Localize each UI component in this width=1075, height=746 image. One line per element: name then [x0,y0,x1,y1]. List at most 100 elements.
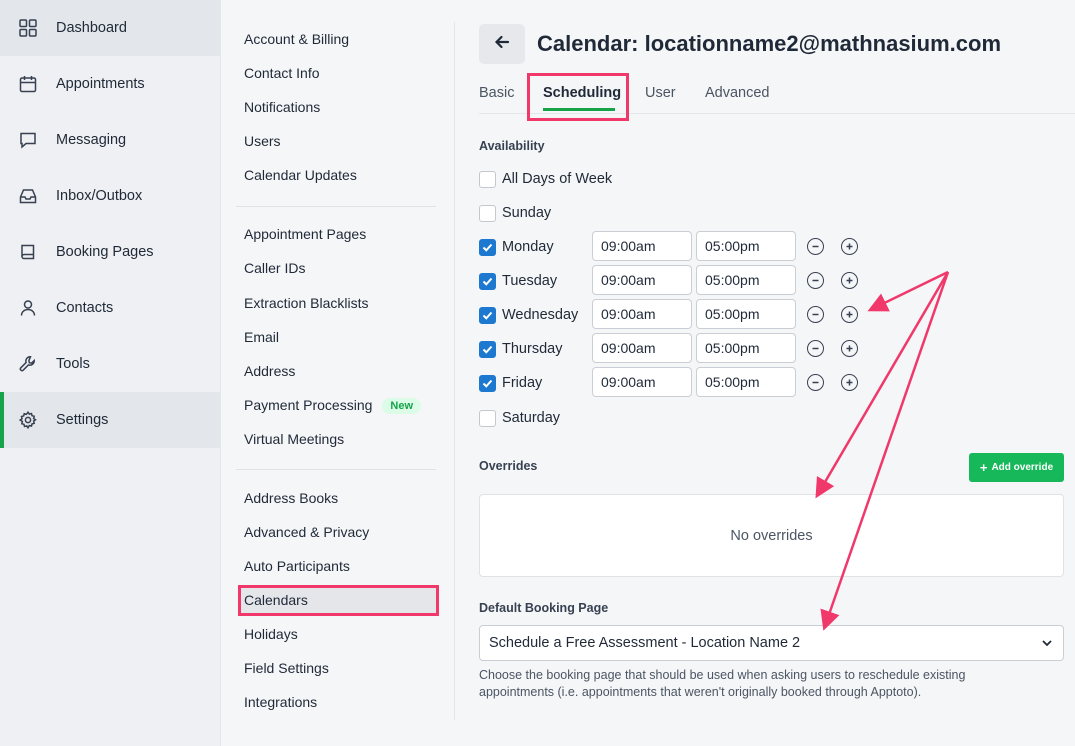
nav-item-tools[interactable]: Tools [0,336,221,392]
day-row-saturday: Saturday [479,405,560,431]
nav-item-booking-pages[interactable]: Booking Pages [0,224,221,280]
remove-time-button[interactable] [807,272,824,289]
add-time-button[interactable] [841,374,858,391]
wrench-icon [18,354,38,374]
submenu-item[interactable]: Holidays [244,626,298,642]
booking-page-help-text: Choose the booking page that should be u… [479,668,966,699]
monday-end-time[interactable] [696,231,796,261]
check-icon [482,311,493,320]
submenu-item[interactable]: Field Settings [244,660,329,676]
plus-icon [846,345,853,352]
remove-time-button[interactable] [807,238,824,255]
new-badge: New [382,398,422,414]
add-time-button[interactable] [841,238,858,255]
nav-item-dashboard[interactable]: Dashboard [0,0,221,56]
tuesday-checkbox[interactable] [479,272,496,290]
submenu-item-payment-processing[interactable]: Payment Processing New [244,397,422,414]
submenu-item[interactable]: Address [244,363,295,379]
default-booking-page-select[interactable]: Schedule a Free Assessment - Location Na… [479,625,1064,661]
nav-label: Settings [56,412,109,428]
select-value: Schedule a Free Assessment - Location Na… [489,635,801,651]
tab-basic[interactable]: Basic [479,85,514,101]
day-row-thursday: Thursday [479,336,562,362]
submenu-item[interactable]: Virtual Meetings [244,431,344,447]
nav-item-appointments[interactable]: Appointments [0,56,221,112]
submenu-item-label: Payment Processing [244,397,373,413]
add-override-label: Add override [991,462,1054,473]
all-days-checkbox[interactable] [479,170,496,188]
submenu-item[interactable]: Advanced & Privacy [244,524,369,540]
submenu-item[interactable]: Address Books [244,490,338,506]
day-label: Saturday [502,410,561,426]
tuesday-start-time[interactable] [592,265,692,295]
wednesday-end-time[interactable] [696,299,796,329]
friday-end-time[interactable] [696,367,796,397]
nav-item-contacts[interactable]: Contacts [0,280,221,336]
day-label: Monday [502,239,554,255]
minus-icon [812,313,819,316]
book-icon [18,242,38,262]
gear-icon [18,410,38,430]
all-days-row: All Days of Week [479,166,612,192]
submenu-item[interactable]: Caller IDs [244,260,305,276]
saturday-checkbox[interactable] [479,409,496,427]
inbox-icon [18,186,38,206]
submenu-item[interactable]: Notifications [244,99,320,115]
availability-label: Availability [479,139,545,153]
nav-item-settings[interactable]: Settings [0,392,221,448]
add-time-button[interactable] [841,272,858,289]
day-row-monday: Monday [479,234,554,260]
day-row-sunday: Sunday [479,200,551,226]
add-time-button[interactable] [841,340,858,357]
annotation-arrow-to-add-button [867,270,949,312]
chevron-down-icon [1041,637,1053,653]
submenu-item[interactable]: Email [244,329,279,345]
submenu-item[interactable]: Auto Participants [244,558,350,574]
nav-item-inbox-outbox[interactable]: Inbox/Outbox [0,168,221,224]
submenu-item[interactable]: Integrations [244,694,317,710]
thursday-start-time[interactable] [592,333,692,363]
day-label: Thursday [502,341,563,357]
nav-label: Tools [56,356,90,372]
remove-time-button[interactable] [807,374,824,391]
submenu-item-calendars[interactable]: Calendars [244,592,308,608]
minus-icon [812,245,819,248]
nav-label: Inbox/Outbox [56,188,143,204]
friday-checkbox[interactable] [479,374,496,392]
add-time-button[interactable] [841,306,858,323]
monday-checkbox[interactable] [479,238,496,256]
back-button[interactable] [479,24,525,64]
submenu-item[interactable]: Users [244,133,281,149]
monday-start-time[interactable] [592,231,692,261]
submenu-item[interactable]: Appointment Pages [244,226,366,242]
remove-time-button[interactable] [807,340,824,357]
add-override-button[interactable]: + Add override [969,453,1064,482]
sunday-checkbox[interactable] [479,204,496,222]
empty-overrides-text: No overrides [730,527,813,544]
remove-time-button[interactable] [807,306,824,323]
submenu-item[interactable]: Account & Billing [244,31,349,47]
day-label: Tuesday [502,273,558,289]
person-icon [18,298,38,318]
tab-user[interactable]: User [645,85,676,101]
check-icon [482,379,493,388]
nav-label: Messaging [56,132,127,148]
wednesday-start-time[interactable] [592,299,692,329]
friday-start-time[interactable] [592,367,692,397]
submenu-item[interactable]: Extraction Blacklists [244,295,368,311]
day-label: Friday [502,375,543,391]
submenu-item[interactable]: Calendar Updates [244,167,357,183]
day-row-wednesday: Wednesday [479,302,578,328]
thursday-checkbox[interactable] [479,340,496,358]
plus-icon [846,311,853,318]
thursday-end-time[interactable] [696,333,796,363]
wednesday-checkbox[interactable] [479,306,496,324]
submenu-item[interactable]: Contact Info [244,65,320,81]
plus-icon [846,243,853,250]
nav-item-messaging[interactable]: Messaging [0,112,221,168]
tab-advanced[interactable]: Advanced [705,85,770,101]
tuesday-end-time[interactable] [696,265,796,295]
default-booking-page-label: Default Booking Page [479,601,609,615]
all-days-label: All Days of Week [502,171,613,187]
annotation-arrow-to-overrides [815,271,950,499]
